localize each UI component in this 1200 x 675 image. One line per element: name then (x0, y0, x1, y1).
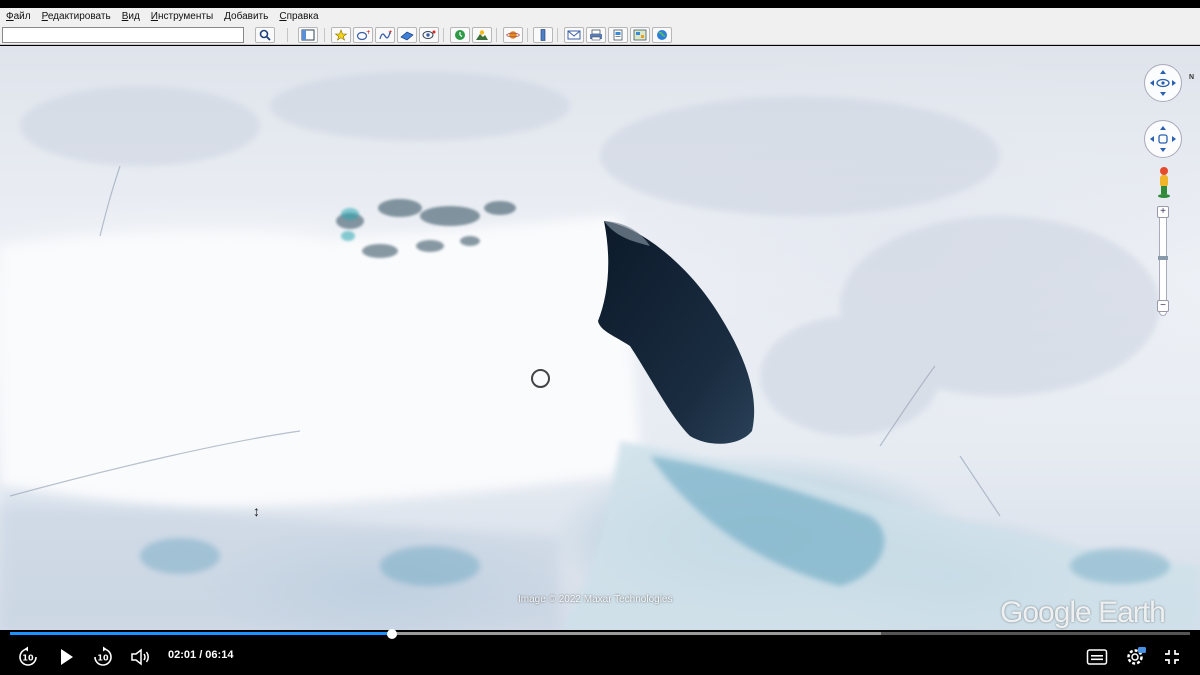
map-view[interactable]: N + − ↕ Image © 2022 Maxar Technologies … (0, 46, 1200, 630)
historical-imagery-button[interactable] (450, 27, 470, 43)
earth-button[interactable] (652, 27, 672, 43)
sidebar-toggle-icon (301, 29, 315, 41)
video-player-controls: 10 10 02:01 / 06:14 (0, 629, 1200, 675)
view-in-maps-icon (633, 29, 647, 41)
progress-scrubber[interactable] (387, 629, 398, 639)
menu-file[interactable]: Файл (6, 11, 31, 22)
add-image-overlay-button[interactable] (397, 27, 417, 43)
skip-forward-10-icon: 10 (94, 646, 112, 666)
save-image-icon (613, 29, 623, 41)
toolbar-separator (287, 28, 288, 42)
path-icon: + (379, 29, 392, 40)
menu-bar: Файл Редактировать Вид Инструменты Добав… (0, 8, 1200, 25)
settings-button[interactable] (1124, 646, 1146, 668)
toolbar-separator (324, 28, 325, 42)
menu-help[interactable]: Справка (279, 11, 318, 22)
menu-view[interactable]: Вид (122, 11, 140, 22)
sunlight-button[interactable] (472, 27, 492, 43)
email-button[interactable] (564, 27, 584, 43)
image-overlay-icon (400, 31, 414, 41)
move-hand-icon (1150, 126, 1176, 152)
fullscreen-button[interactable] (1161, 646, 1183, 668)
zoom-in-button[interactable]: + (1157, 206, 1169, 218)
fullscreen-icon (1165, 650, 1179, 664)
toolbar-separator (496, 28, 497, 42)
progress-fill (10, 632, 393, 635)
planets-icon (506, 31, 520, 39)
volume-button[interactable] (129, 646, 151, 668)
print-icon (590, 29, 602, 41)
menu-add[interactable]: Добавить (224, 11, 268, 22)
google-earth-watermark: Google Earth (1000, 596, 1166, 629)
earth-icon (657, 30, 667, 40)
toolbar-separator (443, 28, 444, 42)
tour-record-icon (422, 30, 436, 39)
skip-back-button[interactable]: 10 (17, 646, 39, 668)
play-button[interactable] (55, 646, 77, 668)
move-control[interactable] (1144, 120, 1182, 158)
play-icon (61, 649, 73, 665)
top-black-strip (0, 0, 1200, 8)
cursor-ring-indicator (531, 369, 550, 388)
hd-badge (1138, 647, 1146, 653)
volume-icon (131, 648, 149, 666)
search-button[interactable] (255, 27, 275, 43)
look-eye-icon (1150, 70, 1176, 96)
search-icon (259, 29, 271, 41)
toolbar-separator (527, 28, 528, 42)
gear-icon (1127, 647, 1146, 665)
captions-button[interactable] (1086, 646, 1108, 668)
captions-icon (1086, 649, 1108, 665)
sidebar-toggle-button[interactable] (298, 27, 318, 43)
satellite-imagery (0, 71, 1200, 630)
add-polygon-button[interactable]: + (353, 27, 373, 43)
planets-button[interactable] (503, 27, 523, 43)
time-display: 02:01 / 06:14 (168, 649, 234, 661)
zoom-out-button[interactable]: − (1157, 300, 1169, 312)
search-input[interactable] (2, 27, 244, 43)
skip-back-label: 10 (22, 654, 34, 663)
street-view-pegman-icon[interactable] (1155, 166, 1173, 198)
menu-edit[interactable]: Редактировать (42, 11, 111, 22)
skip-forward-button[interactable]: 10 (92, 646, 114, 668)
print-button[interactable] (586, 27, 606, 43)
ruler-icon (540, 29, 546, 41)
add-path-button[interactable]: + (375, 27, 395, 43)
record-tour-button[interactable] (419, 27, 439, 43)
historical-imagery-icon (455, 30, 465, 40)
skip-back-10-icon: 10 (19, 646, 37, 666)
view-in-maps-button[interactable] (630, 27, 650, 43)
north-indicator: N (1189, 74, 1195, 81)
ruler-button[interactable] (533, 27, 553, 43)
add-placemark-button[interactable] (331, 27, 351, 43)
save-image-button[interactable] (608, 27, 628, 43)
look-control[interactable] (1144, 64, 1182, 102)
toolbar: + + (0, 25, 1200, 45)
email-icon (567, 30, 581, 40)
toolbar-separator (557, 28, 558, 42)
svg-text:+: + (388, 29, 392, 36)
imagery-credit: Image © 2022 Maxar Technologies (518, 594, 673, 605)
sunlight-icon (476, 30, 488, 40)
zoom-slider-thumb[interactable] (1158, 256, 1168, 260)
placemark-icon (334, 29, 348, 41)
polygon-icon: + (356, 29, 370, 41)
menu-tools[interactable]: Инструменты (151, 11, 213, 22)
vertical-resize-cursor-icon: ↕ (253, 503, 260, 519)
skip-forward-label: 10 (97, 654, 109, 663)
svg-text:+: + (366, 29, 370, 36)
